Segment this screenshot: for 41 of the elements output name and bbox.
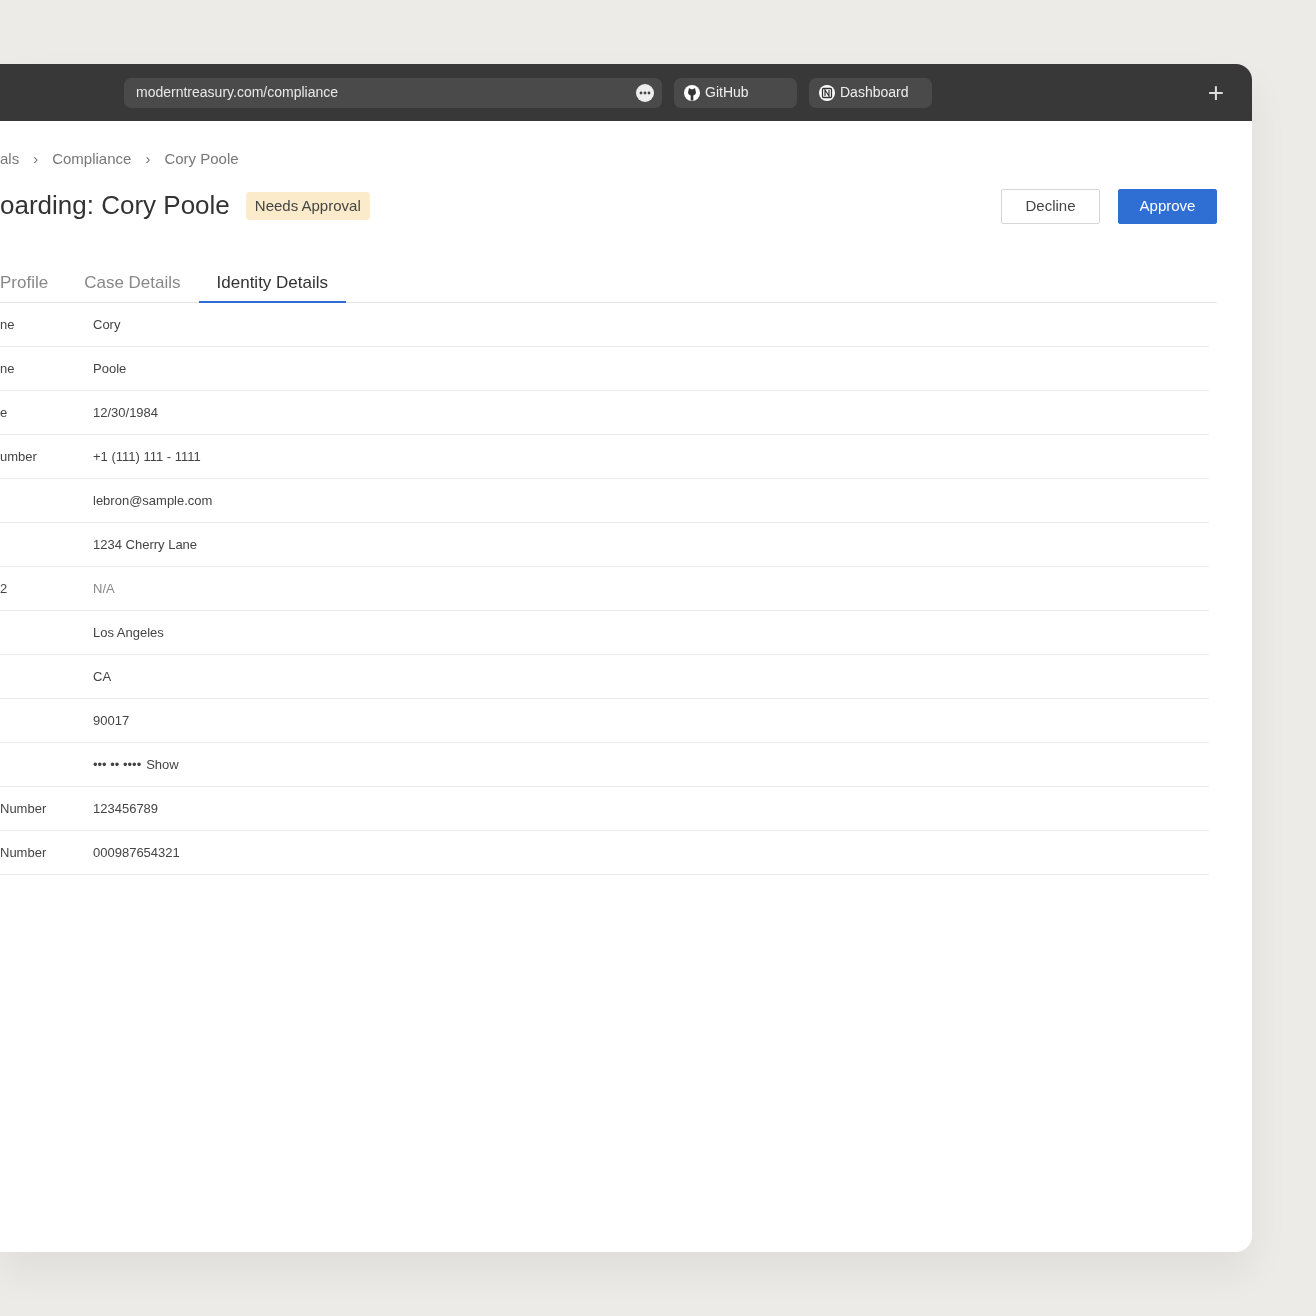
notebook-icon [819, 84, 835, 101]
breadcrumb-separator: › [145, 149, 151, 169]
breadcrumb-link[interactable]: Compliance [52, 148, 132, 171]
field-value: CA [93, 667, 112, 686]
field-label: ne [0, 360, 15, 376]
field-value: N/A [93, 579, 115, 598]
field-value: 000987654321 [93, 843, 180, 862]
field-label: e [0, 404, 8, 420]
status-tag: Needs Approval [245, 191, 370, 221]
breadcrumb-link[interactable]: als [0, 148, 20, 171]
field-value: Los Angeles [93, 623, 164, 642]
field-label: Number [0, 800, 47, 816]
field-value: lebron@sample.com [93, 491, 213, 510]
field-label: 2 [0, 580, 8, 596]
field-value: +1 (111) 111 - 1111 [93, 447, 201, 466]
url-text: moderntreasury.com/compliance [136, 83, 339, 102]
field-label: ne [0, 316, 15, 332]
field-label: Number [0, 844, 47, 860]
new-tab-button[interactable]: + [1207, 78, 1224, 107]
cat-icon [684, 84, 700, 101]
show-link[interactable]: Show [146, 754, 179, 775]
breadcrumb-link[interactable]: Cory Poole [164, 148, 239, 171]
field-value: 90017 [93, 711, 130, 730]
field-value: 123456789 [93, 799, 159, 818]
field-value: 12/30/1984 [93, 403, 159, 422]
decline-button[interactable]: Decline [1001, 188, 1100, 224]
field-value: 1234 Cherry Lane [93, 535, 198, 554]
tab[interactable]: Profile [0, 269, 67, 303]
breadcrumb-separator: › [33, 149, 39, 169]
field-value: Cory [93, 315, 121, 334]
tab[interactable]: Identity Details [198, 269, 347, 303]
approve-button[interactable]: Approve [1118, 188, 1217, 224]
tab[interactable]: Case Details [66, 269, 199, 303]
field-value: Poole [93, 359, 127, 378]
field-label: umber [0, 448, 37, 464]
address-bar[interactable]: moderntreasury.com/compliance [124, 77, 662, 108]
bookmark-tab[interactable]: Dashboard [809, 77, 932, 108]
more-icon[interactable] [636, 83, 654, 102]
page-title: oarding: Cory Poole [0, 190, 230, 222]
field-value: ••• •• •••• [93, 755, 142, 774]
bookmark-tab[interactable]: GitHub [674, 77, 797, 108]
